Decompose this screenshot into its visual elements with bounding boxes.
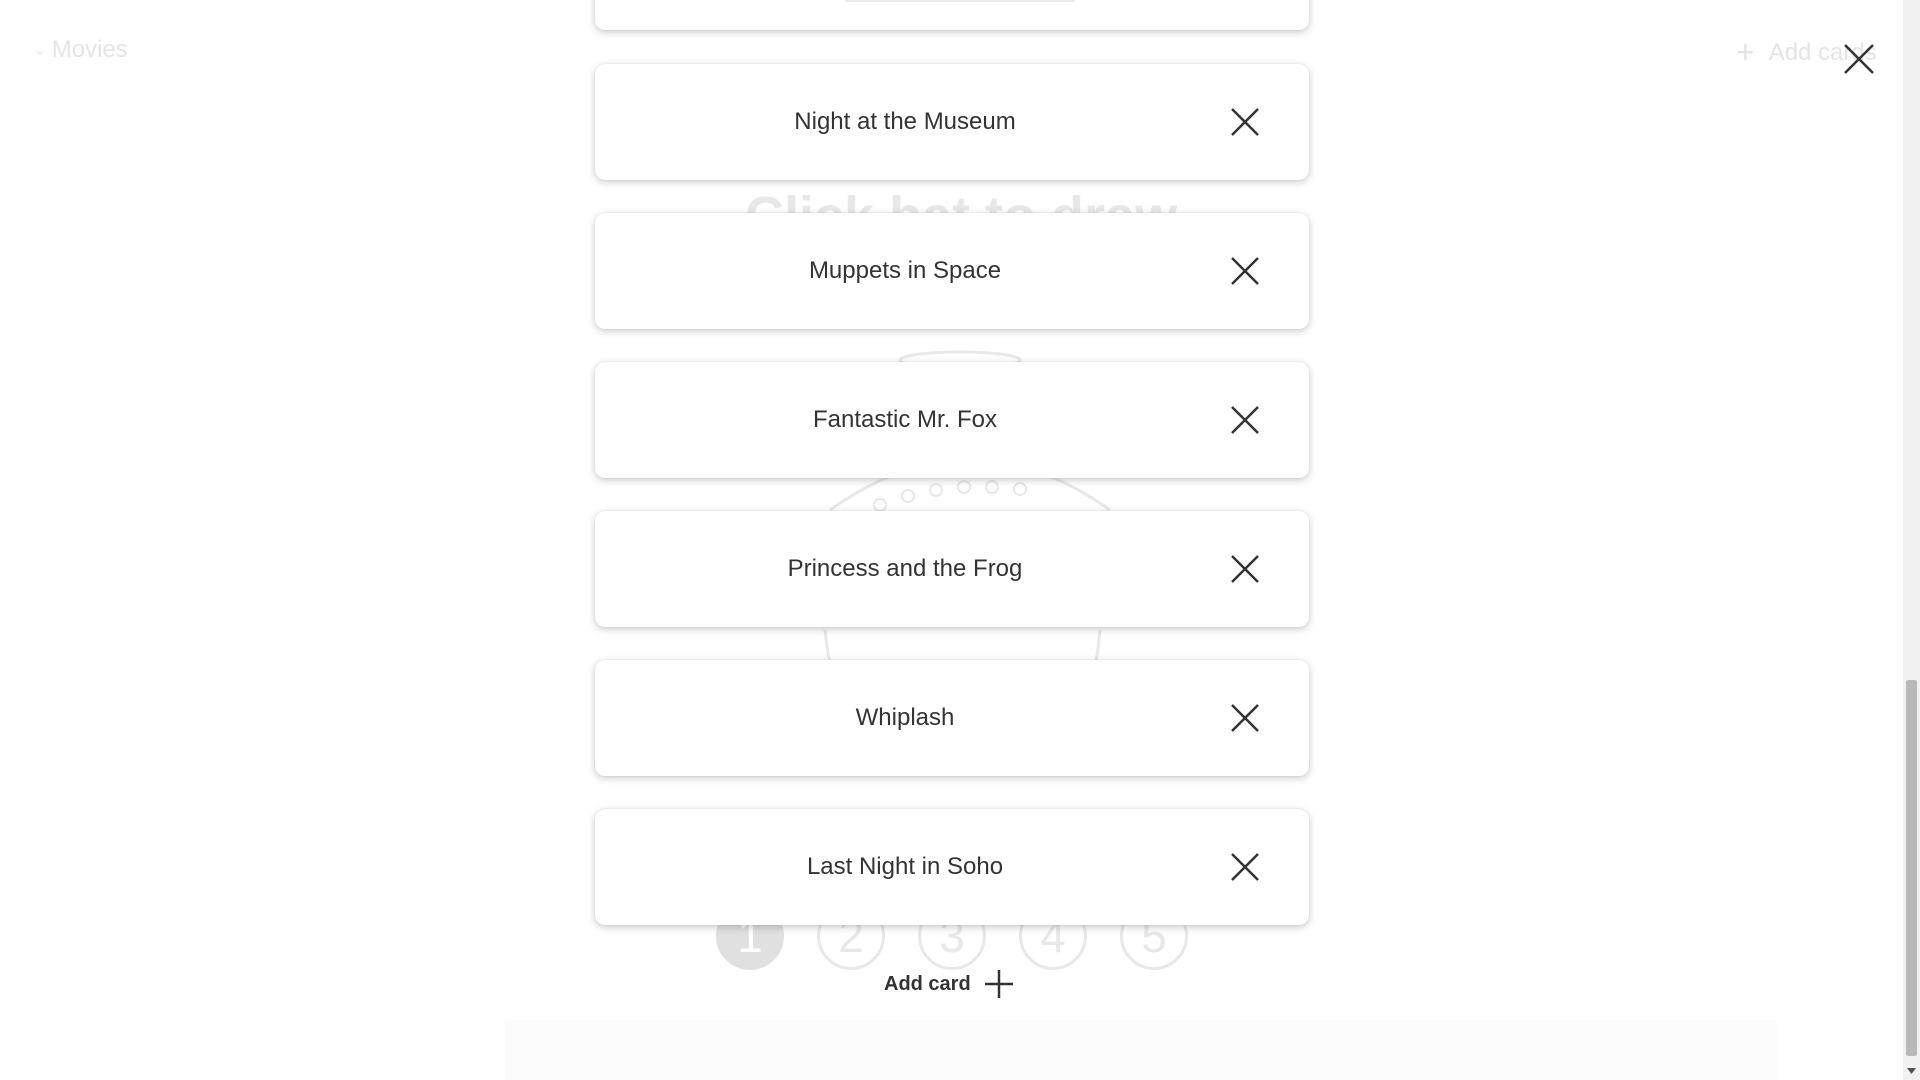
remove-card-x-icon[interactable] — [1229, 106, 1261, 138]
scrollbar-thumb[interactable] — [1906, 680, 1917, 1056]
close-icon[interactable] — [1842, 42, 1876, 76]
remove-card-x-icon[interactable] — [1229, 702, 1261, 734]
category-label: Movies — [51, 36, 128, 63]
page: ⌄ Movies + Add cards Click hat to draw 1… — [0, 0, 1920, 1080]
add-card-button[interactable]: Add card — [884, 968, 1015, 1000]
card-item: Princess and the Frog — [595, 511, 1309, 627]
card-item: Night at the Museum — [595, 64, 1309, 180]
category-dropdown[interactable]: ⌄ Movies — [34, 36, 128, 64]
card-title: Muppets in Space — [808, 257, 1002, 284]
card-title: Whiplash — [855, 704, 955, 731]
remove-card-x-icon[interactable] — [1229, 404, 1261, 436]
chevron-down-icon: ⌄ — [34, 41, 46, 58]
plus-icon — [984, 970, 1013, 998]
remove-card-x-icon[interactable] — [1229, 255, 1261, 287]
remove-card-x-icon[interactable] — [1229, 553, 1261, 585]
card-item: Muppets in Space — [595, 213, 1309, 329]
triangle-down-icon — [1907, 1068, 1916, 1074]
card-item: Whiplash — [595, 660, 1309, 776]
vertical-scrollbar[interactable] — [1903, 0, 1920, 1080]
card-stub-bar — [845, 0, 1075, 2]
scroll-down-arrow-icon[interactable] — [1903, 1062, 1920, 1080]
card-title: Last Night in Soho — [806, 853, 1004, 880]
add-card-label: Add card — [884, 972, 971, 995]
card-title: Night at the Museum — [794, 108, 1016, 135]
card-item — [595, 0, 1309, 30]
card-title: Fantastic Mr. Fox — [812, 406, 998, 433]
plus-icon: + — [1736, 34, 1755, 70]
card-item: Last Night in Soho — [595, 809, 1309, 925]
scroll-up-arrow-icon[interactable] — [1903, 0, 1920, 18]
card-title: Princess and the Frog — [787, 555, 1023, 582]
card-item: Fantastic Mr. Fox — [595, 362, 1309, 478]
remove-card-x-icon[interactable] — [1229, 851, 1261, 883]
